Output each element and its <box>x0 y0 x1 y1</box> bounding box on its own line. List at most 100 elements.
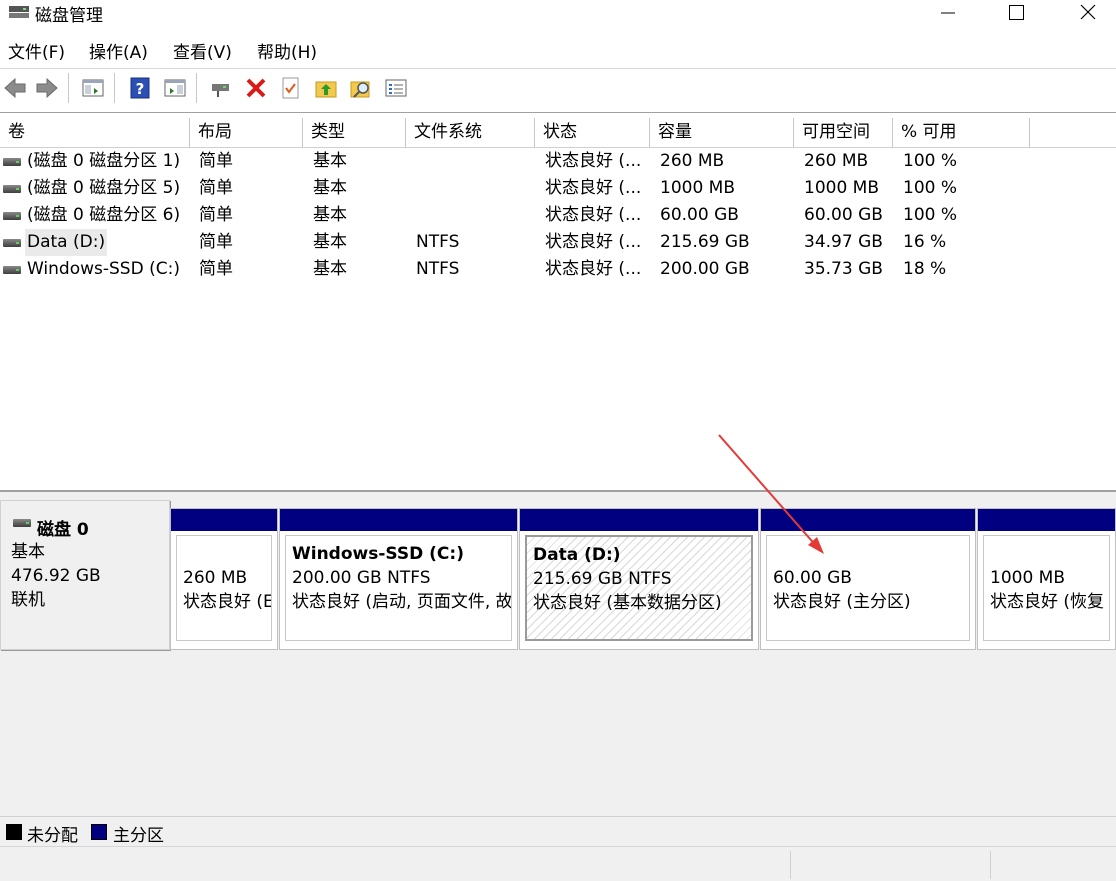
partition-size: 1000 MB <box>990 568 1065 588</box>
primary-partition-bar <box>978 509 1115 531</box>
maximize-icon <box>1009 5 1024 20</box>
help-icon[interactable]: ? <box>127 75 153 101</box>
cell-capacity: 60.00 GB <box>660 205 739 225</box>
toolbar-separator <box>68 73 69 103</box>
status-bar-separator <box>990 851 991 879</box>
forward-icon[interactable] <box>34 75 60 101</box>
table-row[interactable]: (磁盘 0 磁盘分区 6) 简单 基本 状态良好 (... 60.00 GB 6… <box>0 202 1116 229</box>
menu-bar: 文件(F) 操作(A) 查看(V) 帮助(H) <box>0 38 1116 66</box>
minimize-button[interactable] <box>928 0 968 26</box>
status-bar-separator <box>790 851 791 879</box>
window-title: 磁盘管理 <box>35 6 103 26</box>
table-row[interactable]: (磁盘 0 磁盘分区 1) 简单 基本 状态良好 (... 260 MB 260… <box>0 148 1116 175</box>
partition-details: Data (D:) 215.69 GB NTFS 状态良好 (基本数据分区) <box>525 535 753 641</box>
cell-free-space: 60.00 GB <box>804 205 883 225</box>
partition-title: Windows-SSD (C:) <box>292 544 464 564</box>
partition-size: 200.00 GB NTFS <box>292 568 431 588</box>
partition-title: Data (D:) <box>533 545 621 565</box>
unallocated-swatch <box>6 824 22 840</box>
cell-type: 基本 <box>313 259 347 279</box>
table-row[interactable]: Data (D:) 简单 基本 NTFS 状态良好 (... 215.69 GB… <box>0 229 1116 256</box>
partition-size: 260 MB <box>183 568 248 588</box>
cell-percent-free: 100 % <box>903 205 958 225</box>
disk-name-row: 磁盘 0 <box>11 515 159 540</box>
legend-primary-partition: 主分区 <box>113 826 164 846</box>
list-icon[interactable] <box>383 75 409 101</box>
partition-size: 60.00 GB <box>773 568 852 588</box>
partition-block[interactable]: ​ 1000 MB 状态良好 (恢复 <box>977 508 1116 650</box>
column-header-filesystem[interactable]: 文件系统 <box>406 118 535 148</box>
drive-icon <box>3 185 21 193</box>
column-header-volume[interactable]: 卷 <box>0 118 190 148</box>
disk-state: 联机 <box>11 590 45 610</box>
up-folder-icon[interactable] <box>313 75 339 101</box>
cell-capacity: 260 MB <box>660 151 725 171</box>
menu-help[interactable]: 帮助(H) <box>257 38 317 63</box>
cell-free-space: 34.97 GB <box>804 232 883 252</box>
back-icon[interactable] <box>2 75 28 101</box>
delete-icon[interactable] <box>243 75 269 101</box>
partition-size: 215.69 GB NTFS <box>533 569 672 589</box>
column-header-status[interactable]: 状态 <box>535 118 650 148</box>
partition-details: Windows-SSD (C:) 200.00 GB NTFS 状态良好 (启动… <box>285 535 512 641</box>
close-button[interactable] <box>1068 0 1108 26</box>
partition-block[interactable]: Windows-SSD (C:) 200.00 GB NTFS 状态良好 (启动… <box>279 508 518 650</box>
column-header-empty <box>1030 118 1116 148</box>
cell-percent-free: 16 % <box>903 232 947 252</box>
primary-partition-bar <box>520 509 758 531</box>
pane-splitter[interactable] <box>0 482 1116 492</box>
connect-drive-icon[interactable] <box>208 75 234 101</box>
cell-layout: 简单 <box>199 178 233 198</box>
partition-details: ​ 1000 MB 状态良好 (恢复 <box>983 535 1110 641</box>
check-icon[interactable] <box>278 75 304 101</box>
partition-status: 状态良好 (E <box>183 592 272 612</box>
column-header-type[interactable]: 类型 <box>303 118 406 148</box>
cell-free-space: 260 MB <box>804 151 869 171</box>
drive-icon <box>13 519 31 527</box>
cell-filesystem: NTFS <box>416 232 460 252</box>
partition-block-selected[interactable]: Data (D:) 215.69 GB NTFS 状态良好 (基本数据分区) <box>519 508 759 650</box>
show-hide-console-tree-icon[interactable] <box>80 75 106 101</box>
table-row[interactable]: Windows-SSD (C:) 简单 基本 NTFS 状态良好 (... 20… <box>0 256 1116 283</box>
menu-file[interactable]: 文件(F) <box>8 38 65 63</box>
properties-icon[interactable] <box>162 75 188 101</box>
primary-partition-bar <box>761 509 975 531</box>
partition-block[interactable]: ​ 260 MB 状态良好 (E <box>170 508 278 650</box>
column-header-percent-free[interactable]: % 可用 <box>893 118 1030 148</box>
toolbar-separator <box>196 73 197 103</box>
column-header-layout[interactable]: 布局 <box>190 118 303 148</box>
menu-action[interactable]: 操作(A) <box>89 38 148 63</box>
maximize-button[interactable] <box>996 0 1036 26</box>
disk-size: 476.92 GB <box>11 566 101 586</box>
column-header-free-space[interactable]: 可用空间 <box>794 118 893 148</box>
cell-type: 基本 <box>313 178 347 198</box>
cell-capacity: 200.00 GB <box>660 259 750 279</box>
title-bar: 磁盘管理 <box>0 0 1116 28</box>
disk-management-app-icon <box>9 6 29 18</box>
search-icon[interactable] <box>348 75 374 101</box>
cell-status: 状态良好 (... <box>545 151 642 171</box>
cell-status: 状态良好 (... <box>545 232 642 252</box>
cell-volume: (磁盘 0 磁盘分区 5) <box>27 178 181 198</box>
cell-volume: Windows-SSD (C:) <box>27 259 180 279</box>
cell-layout: 简单 <box>199 151 233 171</box>
cell-status: 状态良好 (... <box>545 178 642 198</box>
cell-capacity: 215.69 GB <box>660 232 750 252</box>
disk-graphical-view: 磁盘 0 基本 476.92 GB 联机 ​ 260 MB 状态良好 (E Wi… <box>0 492 1116 816</box>
menu-view[interactable]: 查看(V) <box>173 38 232 63</box>
partition-title: ​ <box>990 542 1103 566</box>
column-header-capacity[interactable]: 容量 <box>650 118 794 148</box>
legend-unallocated: 未分配 <box>27 826 78 846</box>
cell-percent-free: 100 % <box>903 151 958 171</box>
cell-status: 状态良好 (... <box>545 259 642 279</box>
disk-0-label[interactable]: 磁盘 0 基本 476.92 GB 联机 <box>0 500 170 650</box>
partition-block[interactable]: ​ 60.00 GB 状态良好 (主分区) <box>760 508 976 650</box>
partition-details: ​ 60.00 GB 状态良好 (主分区) <box>766 535 970 641</box>
cell-capacity: 1000 MB <box>660 178 735 198</box>
cell-layout: 简单 <box>199 232 233 252</box>
table-row[interactable]: (磁盘 0 磁盘分区 5) 简单 基本 状态良好 (... 1000 MB 10… <box>0 175 1116 202</box>
legend-bar: 未分配 主分区 <box>0 816 1116 846</box>
cell-type: 基本 <box>313 205 347 225</box>
cell-filesystem: NTFS <box>416 259 460 279</box>
partition-title: ​ <box>773 542 963 566</box>
